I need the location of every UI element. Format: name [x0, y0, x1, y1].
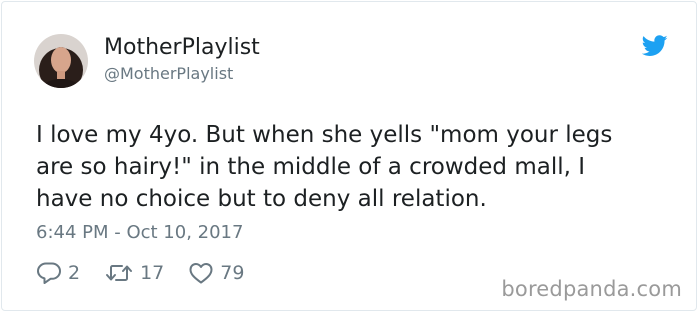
tweet-timestamp[interactable]: 6:44 PM - Oct 10, 2017	[36, 221, 243, 245]
retweet-button[interactable]: 17	[104, 261, 164, 285]
tweet-text-line: I love my 4yo. But when she yells "mom y…	[36, 122, 613, 148]
tweet-text: I love my 4yo. But when she yells "mom y…	[36, 119, 676, 215]
watermark: boredpanda.com	[501, 277, 682, 301]
twitter-bird-icon[interactable]	[641, 35, 668, 57]
heart-icon	[189, 263, 213, 284]
tweet-text-line: have no choice but to deny all relation.	[36, 186, 487, 212]
user-handle[interactable]: @MotherPlaylist	[104, 64, 233, 84]
like-button[interactable]: 79	[188, 261, 244, 285]
reply-button[interactable]: 2	[36, 261, 80, 285]
retweet-icon	[106, 265, 133, 281]
avatar-photo	[34, 34, 88, 88]
like-count: 79	[220, 262, 245, 284]
reply-count: 2	[68, 262, 81, 284]
reply-bubble-icon	[37, 262, 61, 284]
avatar[interactable]	[34, 34, 88, 88]
tweet-actions: 2 17 79	[36, 260, 268, 286]
display-name[interactable]: MotherPlaylist	[104, 34, 260, 62]
tweet-text-line: are so hairy!" in the middle of a crowde…	[36, 154, 586, 180]
tweet-card: MotherPlaylist @MotherPlaylist I love my…	[1, 1, 697, 311]
retweet-count: 17	[140, 262, 165, 284]
